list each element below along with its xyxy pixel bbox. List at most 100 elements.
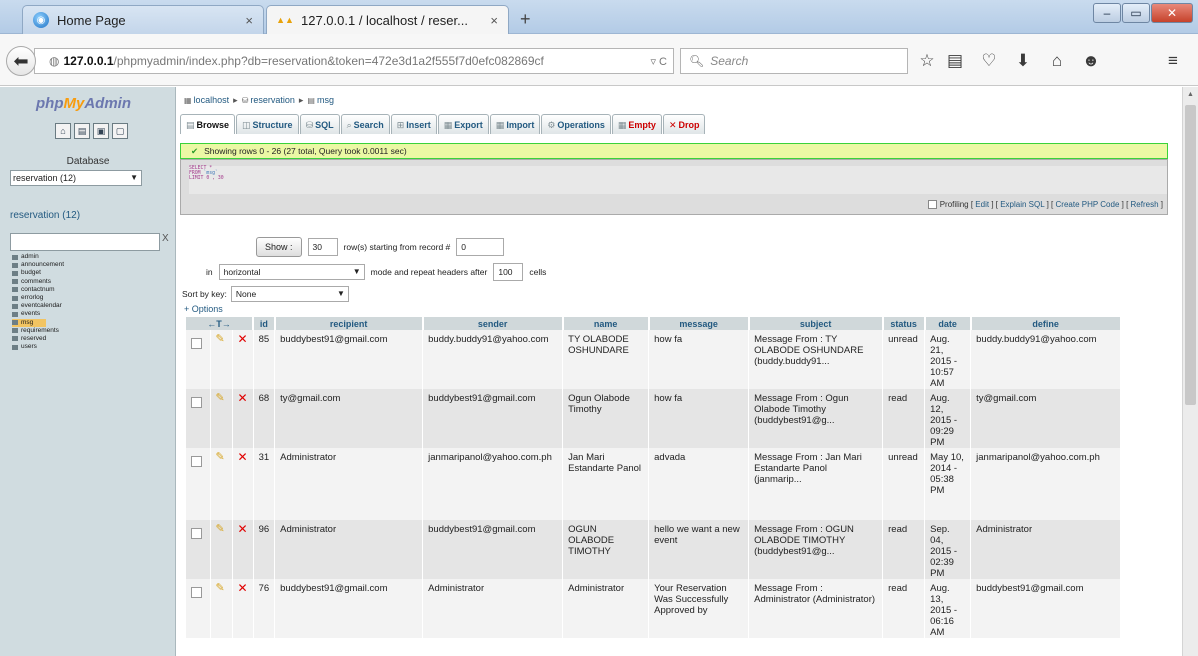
explain-sql-link[interactable]: Explain SQL	[1000, 200, 1044, 209]
refresh-link[interactable]: Refresh	[1131, 200, 1159, 209]
cell-status[interactable]: read	[882, 579, 926, 638]
edit-icon[interactable]: ✎	[216, 333, 225, 345]
cell-sender[interactable]: janmaripanol@yahoo.com.ph	[422, 448, 564, 520]
browser-tab-phpmyadmin[interactable]: ▲▲ 127.0.0.1 / localhost / reser... ×	[266, 5, 509, 34]
sidebar-item-users[interactable]: users	[12, 343, 64, 351]
column-header-status[interactable]: status	[882, 317, 926, 330]
cell-define[interactable]: Administrator	[970, 520, 1122, 579]
cell-date[interactable]: Aug. 13, 2015 - 06:16 AM	[924, 579, 972, 638]
tab-close-icon[interactable]: ×	[490, 13, 498, 28]
site-info-icon[interactable]: ◍	[49, 54, 59, 68]
cell-define[interactable]: janmaripanol@yahoo.com.ph	[970, 448, 1122, 520]
window-minimize-button[interactable]: –	[1093, 3, 1121, 23]
show-button[interactable]: Show :	[256, 237, 302, 257]
cell-define[interactable]: buddy.buddy91@yahoo.com	[970, 330, 1122, 389]
sidebar-item-admin[interactable]: admin	[12, 253, 64, 261]
cell-message[interactable]: hello we want a new event	[648, 520, 750, 579]
cell-id[interactable]: 96	[253, 520, 276, 579]
cell-date[interactable]: Aug. 12, 2015 - 09:29 PM	[924, 389, 972, 448]
cell-message[interactable]: how fa	[648, 330, 750, 389]
query-window-icon[interactable]: ▣	[93, 123, 109, 139]
delete-icon[interactable]: ✕	[238, 581, 248, 595]
address-bar[interactable]: ◍ 127.0.0.1 /phpmyadmin/index.php?db=res…	[34, 48, 674, 74]
cell-recipient[interactable]: buddybest91@gmail.com	[274, 330, 424, 389]
tab-browse[interactable]: ▤ Browse	[180, 114, 236, 134]
edit-icon[interactable]: ✎	[216, 582, 225, 594]
url-reload[interactable]: ▿ C	[650, 55, 673, 68]
tab-structure[interactable]: ◫ Structure	[236, 114, 299, 134]
profiling-checkbox[interactable]	[927, 200, 937, 210]
logout-icon[interactable]: ▤	[74, 123, 90, 139]
rows-count-input[interactable]: 30	[307, 238, 338, 256]
start-record-input[interactable]: 0	[456, 238, 505, 256]
tab-drop[interactable]: ✕ Drop	[662, 114, 706, 134]
database-select[interactable]: reservation (12) ▼	[10, 170, 142, 186]
cell-name[interactable]: OGUN OLABODE TIMOTHY	[562, 520, 650, 579]
breadcrumb-table[interactable]: msg	[317, 95, 334, 105]
star-icon[interactable]: ☆	[916, 50, 938, 72]
sidebar-item-events[interactable]: events	[12, 310, 64, 318]
download-icon[interactable]: ⬇	[1012, 50, 1034, 72]
cell-define[interactable]: buddybest91@gmail.com	[970, 579, 1122, 638]
sidebar-item-reserved[interactable]: reserved	[12, 335, 64, 343]
cell-recipient[interactable]: Administrator	[274, 448, 424, 520]
row-select-checkbox[interactable]	[191, 338, 202, 349]
delete-icon[interactable]: ✕	[238, 522, 248, 536]
cell-subject[interactable]: Message From : OGUN OLABODE TIMOTHY (bud…	[748, 520, 884, 579]
delete-icon[interactable]: ✕	[238, 450, 248, 464]
sidebar-item-contactnum[interactable]: contactnum	[12, 286, 64, 294]
column-header-message[interactable]: message	[648, 317, 750, 330]
edit-icon[interactable]: ✎	[216, 523, 225, 535]
options-link[interactable]: + Options	[184, 304, 223, 314]
cell-recipient[interactable]: Administrator	[274, 520, 424, 579]
cell-subject[interactable]: Message From : Administrator (Administra…	[748, 579, 884, 638]
cell-id[interactable]: 68	[253, 389, 276, 448]
cell-name[interactable]: Jan Mari Estandarte Panol	[562, 448, 650, 520]
cell-name[interactable]: Ogun Olabode Timothy	[562, 389, 650, 448]
row-select-checkbox[interactable]	[191, 587, 202, 598]
column-header-date[interactable]: date	[924, 317, 972, 330]
row-select-checkbox[interactable]	[191, 528, 202, 539]
cell-subject[interactable]: Message From : Ogun Olabode Timothy (bud…	[748, 389, 884, 448]
tab-empty[interactable]: ▦ Empty	[611, 114, 662, 134]
back-button[interactable]: ⬅	[6, 46, 36, 76]
cell-status[interactable]: read	[882, 389, 926, 448]
cell-id[interactable]: 85	[253, 330, 276, 389]
repeat-headers-input[interactable]: 100	[493, 263, 524, 281]
cell-name[interactable]: Administrator	[562, 579, 650, 638]
scroll-up-icon[interactable]: ▲	[1187, 91, 1194, 98]
tab-export[interactable]: ▦ Export	[437, 114, 489, 134]
cell-sender[interactable]: buddy.buddy91@yahoo.com	[422, 330, 564, 389]
cell-message[interactable]: Your Reservation Was Successfully Approv…	[648, 579, 750, 638]
new-tab-button[interactable]: +	[520, 9, 531, 30]
create-php-code-link[interactable]: Create PHP Code	[1056, 200, 1120, 209]
vertical-scrollbar[interactable]: ▲	[1182, 87, 1198, 656]
column-header-id[interactable]: id	[253, 317, 276, 330]
tab-import[interactable]: ▦ Import	[489, 114, 541, 134]
cell-sender[interactable]: buddybest91@gmail.com	[422, 389, 564, 448]
window-maximize-button[interactable]: ▭	[1122, 3, 1150, 23]
sidebar-item-errorlog[interactable]: errorlog	[12, 294, 64, 302]
cell-name[interactable]: TY OLABODE OSHUNDARE	[562, 330, 650, 389]
cell-date[interactable]: Aug. 21, 2015 - 10:57 AM	[924, 330, 972, 389]
delete-icon[interactable]: ✕	[238, 391, 248, 405]
display-mode-select[interactable]: horizontal ▼	[218, 264, 365, 280]
column-nav-arrows[interactable]: ←T→	[186, 317, 255, 330]
sidebar-item-requirements[interactable]: requirements	[12, 327, 64, 335]
tab-operations[interactable]: ⚙ Operations	[541, 114, 611, 134]
tab-insert[interactable]: ⊞ Insert	[390, 114, 437, 134]
cell-recipient[interactable]: ty@gmail.com	[274, 389, 424, 448]
edit-link[interactable]: Edit	[975, 200, 989, 209]
cell-status[interactable]: read	[882, 520, 926, 579]
database-link[interactable]: reservation (12)	[10, 210, 80, 221]
chat-icon[interactable]: ☻	[1080, 50, 1102, 72]
row-select-checkbox[interactable]	[191, 397, 202, 408]
sidebar-item-comments[interactable]: comments	[12, 278, 64, 286]
cell-message[interactable]: advada	[648, 448, 750, 520]
breadcrumb-server[interactable]: localhost	[194, 95, 230, 105]
home-icon[interactable]: ⌂	[1046, 50, 1068, 72]
edit-icon[interactable]: ✎	[216, 451, 225, 463]
sql-query-code[interactable]: SELECT * FROM `msg` LIMIT 0 , 30	[189, 166, 1167, 194]
cell-sender[interactable]: buddybest91@gmail.com	[422, 520, 564, 579]
cell-status[interactable]: unread	[882, 330, 926, 389]
